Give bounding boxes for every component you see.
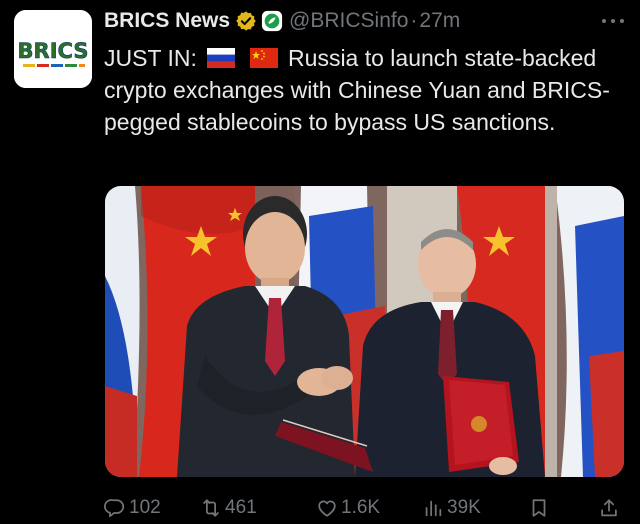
separator-dot: · [410,9,418,32]
repost-icon [203,499,219,517]
heart-icon [318,500,336,517]
views-button[interactable]: 39K [422,493,481,523]
views-count: 39K [447,497,481,518]
repost-button[interactable]: 461 [200,493,257,523]
reply-button[interactable]: 102 [104,493,161,523]
bookmark-icon [532,499,546,517]
photo-handshake-image [105,186,624,477]
share-icon [601,499,617,517]
china-flag-icon [249,48,278,68]
action-bar: 102 461 1.6K 39K [104,493,624,523]
views-chart-icon [425,500,442,517]
timestamp[interactable]: 27m [419,9,460,33]
bookmark-button[interactable] [528,493,553,523]
account-name[interactable]: BRICS News [104,9,230,33]
tweet-text: JUST IN: Russia to launch state-backed c… [104,42,624,138]
reply-count: 102 [129,497,161,518]
verified-badge-icon[interactable] [235,10,257,32]
tweet-photo[interactable] [105,186,624,477]
like-count: 1.6K [341,497,381,518]
reply-icon [104,499,125,518]
tweet-header: BRICS News @BRICSinfo · 27m [104,6,624,36]
share-button[interactable] [598,493,623,523]
russia-flag-icon [207,48,236,68]
brics-logo: BRICS [14,10,92,88]
affiliate-badge-icon[interactable] [261,10,283,32]
avatar-logo-text: BRICS [18,39,89,63]
repost-count: 461 [225,497,257,518]
avatar[interactable]: BRICS [14,10,92,88]
text-prefix: JUST IN: [104,45,197,71]
account-handle[interactable]: @BRICSinfo [289,9,408,33]
more-options-icon[interactable] [602,10,624,32]
tweet[interactable]: BRICS BRICS News @BRICSinfo · 27m JUST I… [0,0,640,524]
like-button[interactable]: 1.6K [316,493,380,523]
